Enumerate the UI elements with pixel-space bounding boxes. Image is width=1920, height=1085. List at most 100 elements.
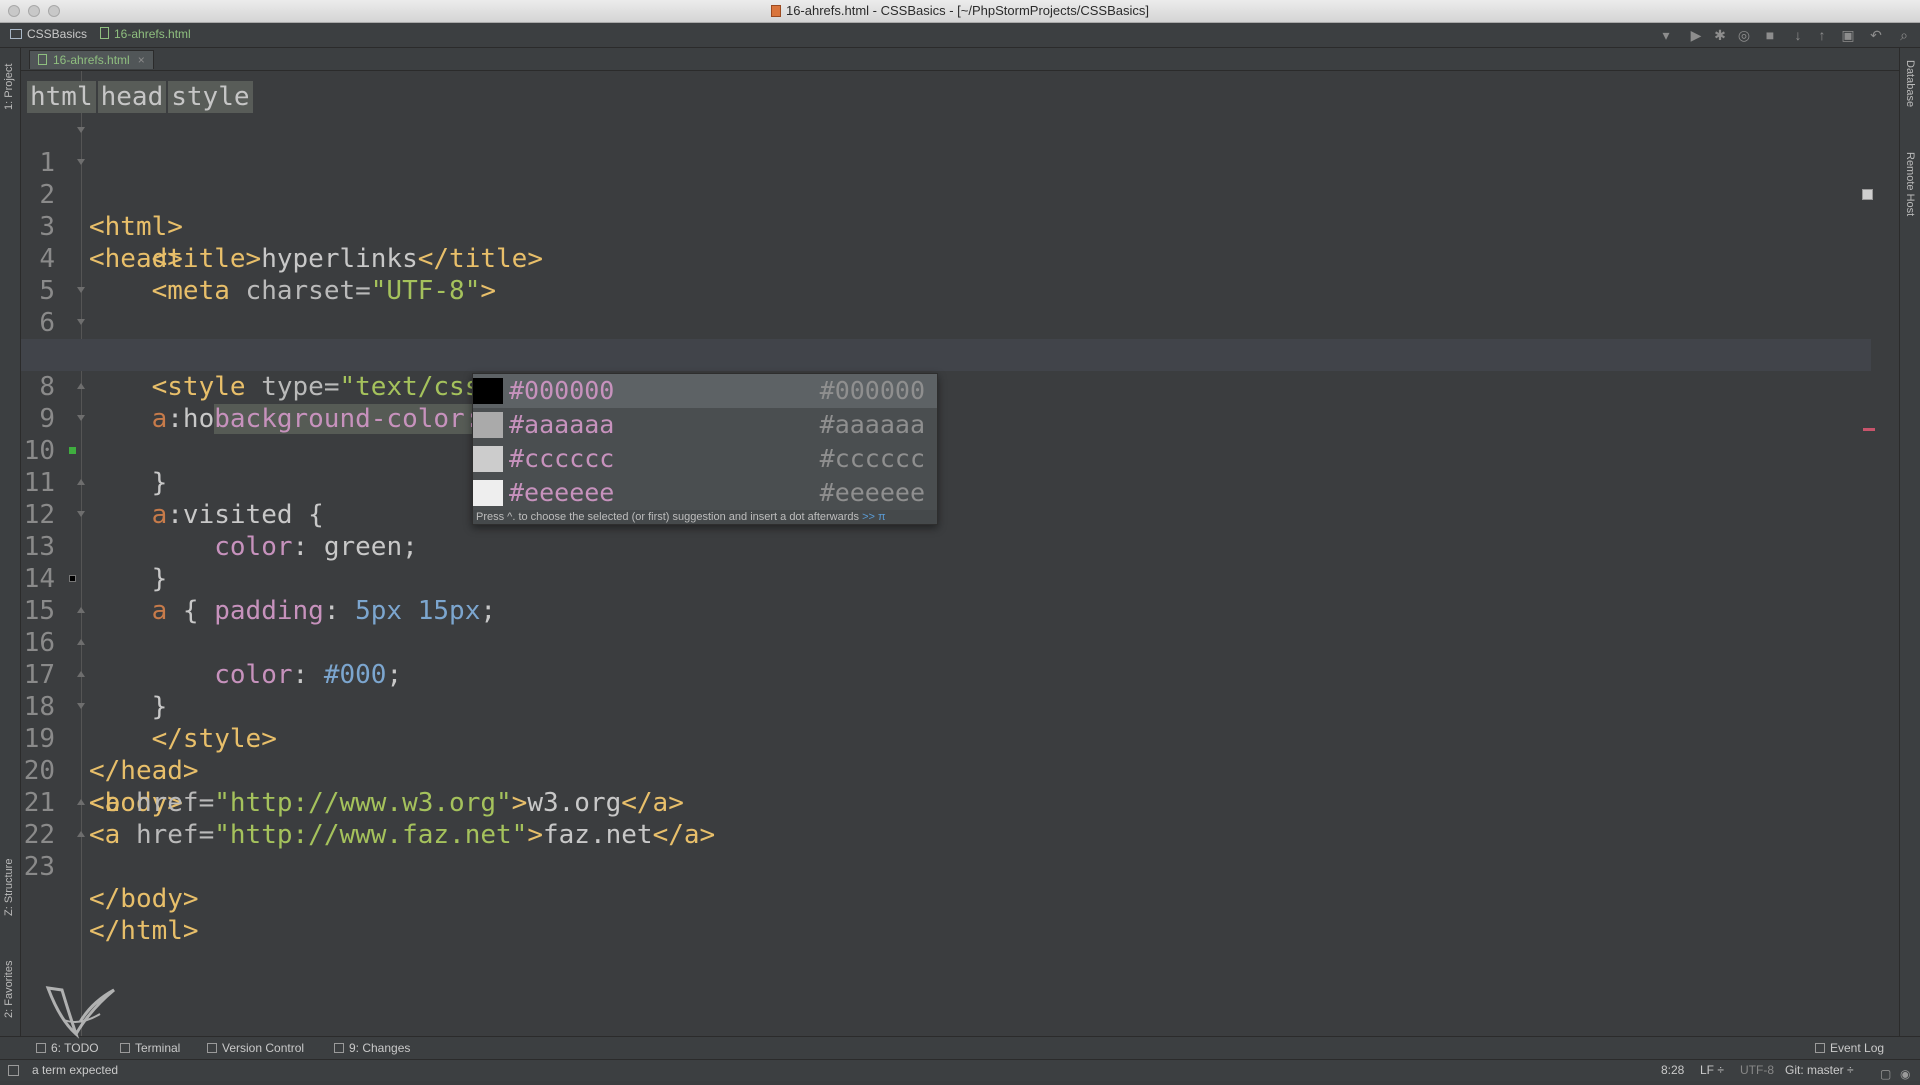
remote-host-tool-button[interactable]: Remote Host <box>1904 152 1916 216</box>
completion-hint-more-link[interactable]: >> <box>862 511 875 523</box>
completion-item-name: #cccccc <box>509 444 615 473</box>
breadcrumb-head[interactable]: head <box>97 81 167 113</box>
fold-icon[interactable] <box>77 415 85 423</box>
error-stripe-marker[interactable] <box>1863 428 1875 431</box>
caret-position[interactable]: 8:28 <box>1661 1060 1684 1081</box>
code-line[interactable]: 10 a:visited { <box>21 403 1871 530</box>
folder-icon <box>10 29 22 39</box>
code-line[interactable]: 21 <a href="http://www.faz.net">faz.net<… <box>21 755 1871 850</box>
code-line[interactable]: 22 </body> <box>21 787 1871 914</box>
code-completion-popup: #000000 #000000 #aaaaaa #aaaaaa #cccccc … <box>472 373 938 525</box>
code-line[interactable]: 1 <html> <box>21 115 1871 242</box>
version-control-icon <box>207 1043 217 1053</box>
changes-tool-label: 9: Changes <box>349 1041 411 1055</box>
color-gutter-marker-green <box>69 447 76 454</box>
vcs-commit-icon[interactable]: ↑ <box>1814 27 1830 43</box>
tab-close-icon[interactable]: × <box>138 53 145 67</box>
code-line[interactable]: 7 a:hover { <box>21 307 1871 434</box>
fold-icon[interactable] <box>77 383 85 391</box>
nav-crumb-file-label: 16-ahrefs.html <box>114 27 191 41</box>
fold-icon[interactable] <box>77 831 85 839</box>
code-line[interactable]: 12 } <box>21 467 1871 594</box>
file-icon <box>100 27 109 39</box>
coverage-icon[interactable]: ◎ <box>1736 27 1752 43</box>
version-control-tool-button[interactable]: Version Control <box>207 1037 304 1059</box>
completion-item[interactable]: #cccccc #cccccc <box>473 442 937 476</box>
fold-icon[interactable] <box>77 607 85 615</box>
status-bar: a term expected 8:28 LF ÷ UTF-8 Git: mas… <box>0 1059 1920 1081</box>
line-separator-selector[interactable]: LF ÷ <box>1700 1060 1724 1081</box>
code-line[interactable]: 2 <head> <box>21 147 1871 274</box>
completion-item-name: #eeeeee <box>509 478 615 507</box>
breadcrumb-html[interactable]: html <box>27 81 96 113</box>
code-line[interactable]: 9 } <box>21 371 1871 498</box>
code-line[interactable]: 3 <title>hyperlinks</title> <box>21 179 1871 274</box>
lock-icon[interactable]: ▢ <box>1880 1064 1891 1085</box>
code-line[interactable]: 4 <meta charset="UTF-8"> <box>21 211 1871 306</box>
profile-icon[interactable]: ■ <box>1762 27 1778 43</box>
fold-icon[interactable] <box>77 287 85 295</box>
code-line[interactable]: 18 </head> <box>21 659 1871 786</box>
fold-icon[interactable] <box>77 127 85 135</box>
database-tool-button[interactable]: Database <box>1904 60 1916 107</box>
color-gutter-marker-black <box>69 575 76 582</box>
structure-tool-button[interactable]: Z: Structure <box>3 859 15 916</box>
fold-icon[interactable] <box>77 159 85 167</box>
breadcrumb-style[interactable]: style <box>168 81 253 113</box>
todo-tool-button[interactable]: 6: TODO <box>36 1037 99 1059</box>
run-config-dropdown-icon[interactable]: ▾ <box>1658 27 1674 43</box>
completion-item[interactable]: #aaaaaa #aaaaaa <box>473 408 937 442</box>
todo-icon <box>36 1043 46 1053</box>
editor-tab-16-ahrefs[interactable]: 16-ahrefs.html × <box>29 50 154 69</box>
search-everywhere-icon[interactable]: ⌕ <box>1896 27 1912 43</box>
revert-icon[interactable]: ↶ <box>1868 27 1884 43</box>
code-line[interactable]: 14 padding: 5px 15px; <box>21 531 1871 626</box>
encoding-selector[interactable]: UTF-8 <box>1740 1060 1774 1081</box>
debug-icon[interactable]: ✱ <box>1712 27 1728 43</box>
right-tool-strip: Database Remote Host <box>1899 48 1920 1050</box>
fold-icon[interactable] <box>77 479 85 487</box>
code-line[interactable]: 16 } <box>21 595 1871 722</box>
run-icon[interactable]: ▶ <box>1688 27 1704 43</box>
terminal-icon <box>120 1043 130 1053</box>
favorites-tool-button[interactable]: 2: Favorites <box>3 961 15 1018</box>
fold-icon[interactable] <box>77 511 85 519</box>
line-number: 23 <box>23 852 55 882</box>
code-line[interactable]: 15 color: #000; <box>21 563 1871 690</box>
nav-crumb-project[interactable]: CSSBasics <box>10 27 87 41</box>
code-line[interactable]: 13 a { <box>21 499 1871 626</box>
event-log-tool-button[interactable]: Event Log <box>1815 1037 1884 1059</box>
code-line[interactable]: 23 </html> <box>21 819 1871 946</box>
fold-icon[interactable] <box>77 799 85 807</box>
terminal-tool-button[interactable]: Terminal <box>120 1037 180 1059</box>
fold-icon[interactable] <box>77 319 85 327</box>
fold-icon[interactable] <box>77 639 85 647</box>
project-tool-button[interactable]: 1: Project <box>3 64 15 110</box>
code-line[interactable]: 11 color: green; <box>21 435 1871 562</box>
html-file-icon <box>38 54 47 65</box>
git-branch-selector[interactable]: Git: master ÷ <box>1785 1060 1854 1081</box>
code-line[interactable]: 6 <style type="text/css"> <box>21 275 1871 402</box>
tool-windows-toggle-icon[interactable] <box>8 1065 19 1076</box>
fold-icon[interactable] <box>77 703 85 711</box>
nav-crumb-file[interactable]: 16-ahrefs.html <box>100 27 191 41</box>
history-icon[interactable]: ▣ <box>1840 27 1856 43</box>
code-line[interactable]: 20 <a href="http://www.w3.org">w3.org</a… <box>21 723 1871 818</box>
code-line[interactable]: 19 <body> <box>21 691 1871 818</box>
code-editor[interactable]: html head style 1 <html> 2 <head> 3 <title… <box>21 71 1899 1036</box>
completion-hint-pi-icon[interactable]: π <box>878 511 886 523</box>
changes-tool-button[interactable]: 9: Changes <box>334 1037 410 1059</box>
inspection-status-icon[interactable] <box>1862 189 1873 200</box>
completion-item[interactable]: #000000 #000000 <box>473 374 937 408</box>
inspector-icon[interactable]: ◉ <box>1900 1064 1910 1085</box>
color-swatch-icon <box>473 480 503 506</box>
code-line[interactable]: 5 <box>21 243 1871 306</box>
fold-icon[interactable] <box>77 671 85 679</box>
completion-item-type: #000000 <box>819 376 925 405</box>
window-title-text: 16-ahrefs.html - CSSBasics - [~/PhpStorm… <box>785 3 1150 18</box>
window-title: 16-ahrefs.html - CSSBasics - [~/PhpStorm… <box>0 3 1920 18</box>
vcs-update-icon[interactable]: ↓ <box>1790 27 1806 43</box>
completion-item[interactable]: #eeeeee #eeeeee <box>473 476 937 510</box>
code-line[interactable]: 17 </style> <box>21 627 1871 754</box>
code-line-current[interactable]: 8 background-color: #; <box>21 339 1871 434</box>
